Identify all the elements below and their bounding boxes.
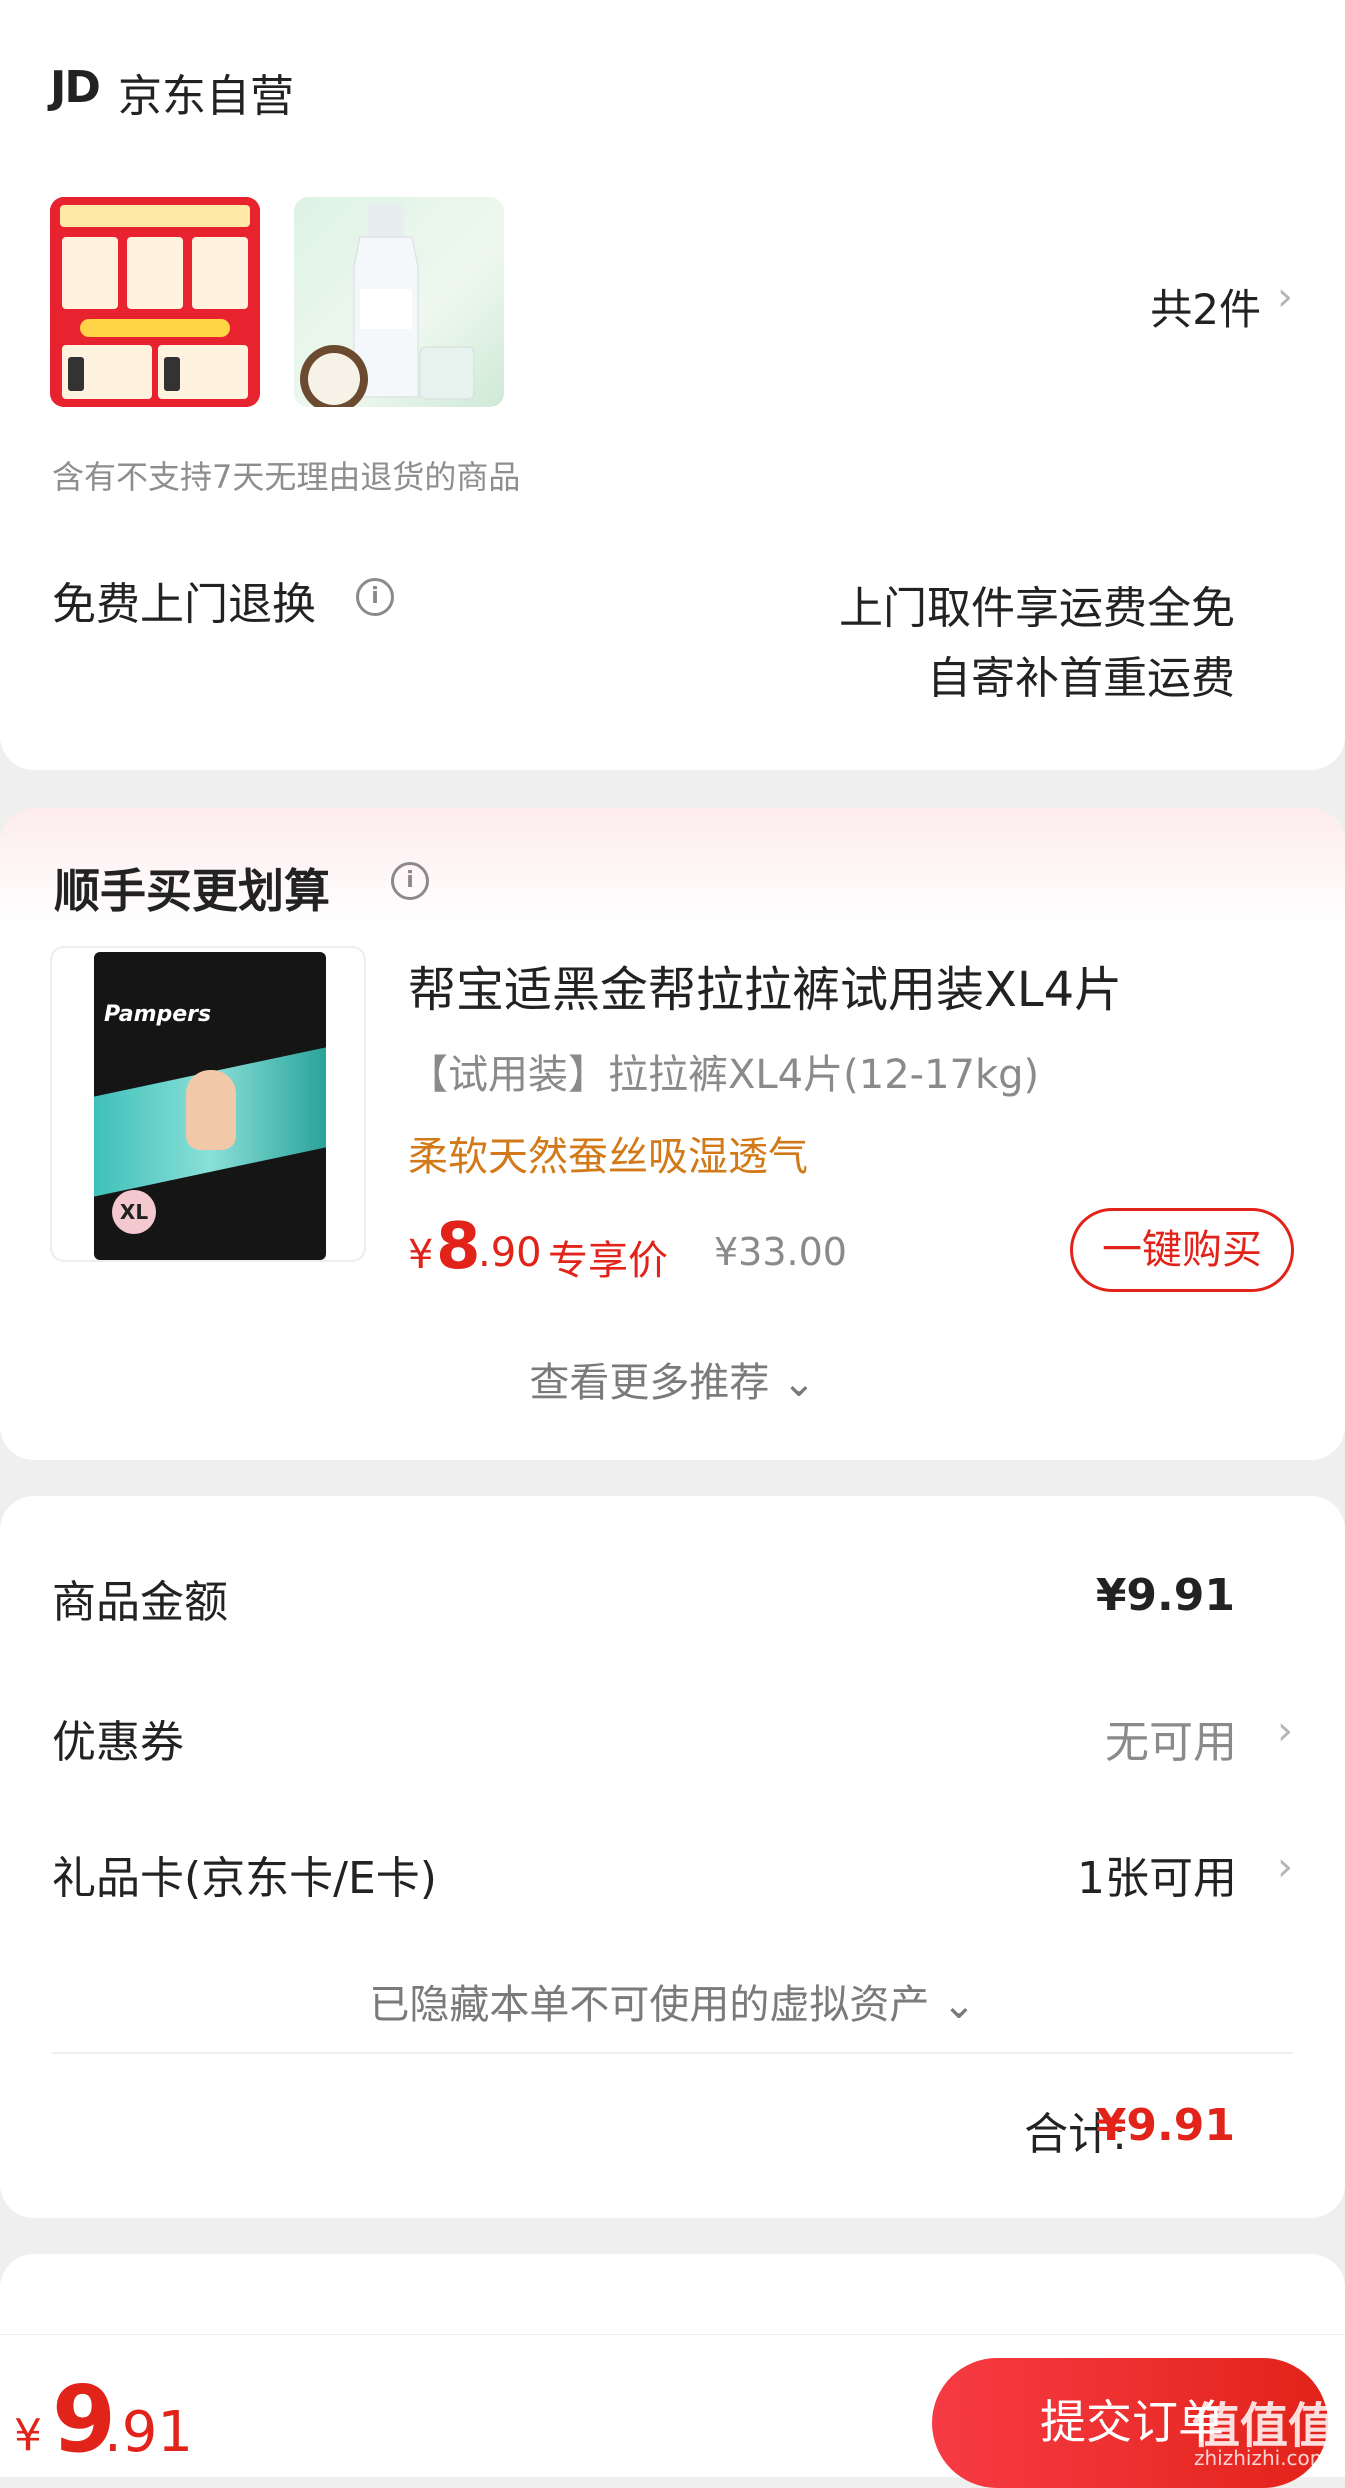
price-currency: ¥ [408,1232,434,1278]
price-integer: 8 [436,1210,481,1284]
shop-card: JD 京东自营 共2件 › 含有不支持7天无理由退货的商品 免费上门退换 i 上… [0,0,1345,770]
divider [52,2052,1293,2054]
promo-image [50,197,260,407]
watermark-url: zhizhizhi.com [1194,2446,1330,2470]
info-icon[interactable]: i [391,862,429,900]
gift-card-label[interactable]: 礼品卡(京东卡/E卡) [52,1842,437,1906]
price-decimal: .90 [478,1230,542,1276]
chevron-right-icon[interactable]: › [1277,274,1293,320]
exclusive-price-tag: 专享价 [548,1238,668,1284]
diaper-pack-graphic: Pampers XL [94,952,326,1260]
jd-logo: JD [50,62,101,113]
total-price-decimal: .91 [104,2400,194,2465]
hidden-assets-toggle[interactable]: 已隐藏本单不可使用的虚拟资产 ⌄ [0,1972,1345,2030]
item-count[interactable]: 共2件 [1150,276,1261,337]
product-title[interactable]: 帮宝适黑金帮拉拉裤试用装XL4片 [408,950,1122,1020]
goods-amount-value: ¥9.91 [1095,1570,1235,1621]
coconut-water-image [300,203,475,407]
goods-amount-label: 商品金额 [52,1577,228,1628]
shop-name: 京东自营 [118,71,294,122]
product-spec: 【试用装】拉拉裤XL4片(12-17kg) [408,1052,1040,1098]
free-return-label: 免费上门退换 [52,579,316,630]
pickup-free-shipping-text: 上门取件享运费全免 [839,583,1235,634]
total-value: ¥9.91 [1095,2100,1235,2151]
chevron-right-icon[interactable]: › [1277,1844,1293,1890]
product-thumbnail-coconut-water[interactable] [294,197,504,407]
recommend-title: 顺手买更划算 [54,864,330,918]
product-image[interactable]: Pampers XL [50,946,366,1262]
original-price: ¥33.00 [714,1230,847,1274]
total-price-currency: ¥ [14,2410,42,2461]
info-icon[interactable]: i [356,578,394,616]
gift-card-value[interactable]: 1张可用 [1077,1842,1237,1906]
self-send-shipping-text: 自寄补首重运费 [927,653,1235,704]
coupon-value[interactable]: 无可用 [1105,1706,1237,1770]
chevron-right-icon[interactable]: › [1277,1708,1293,1754]
return-policy-note: 含有不支持7天无理由退货的商品 [52,458,521,496]
pack-size-badge: XL [112,1190,156,1234]
one-click-buy-button[interactable]: 一键购买 [1070,1208,1294,1292]
pack-brand: Pampers [104,1002,212,1027]
coupon-label[interactable]: 优惠券 [52,1706,184,1770]
product-thumbnail-promo[interactable] [50,197,260,407]
product-feature: 柔软天然蚕丝吸湿透气 [408,1134,808,1180]
more-recommendations-link[interactable]: 查看更多推荐 ⌄ [0,1350,1345,1408]
